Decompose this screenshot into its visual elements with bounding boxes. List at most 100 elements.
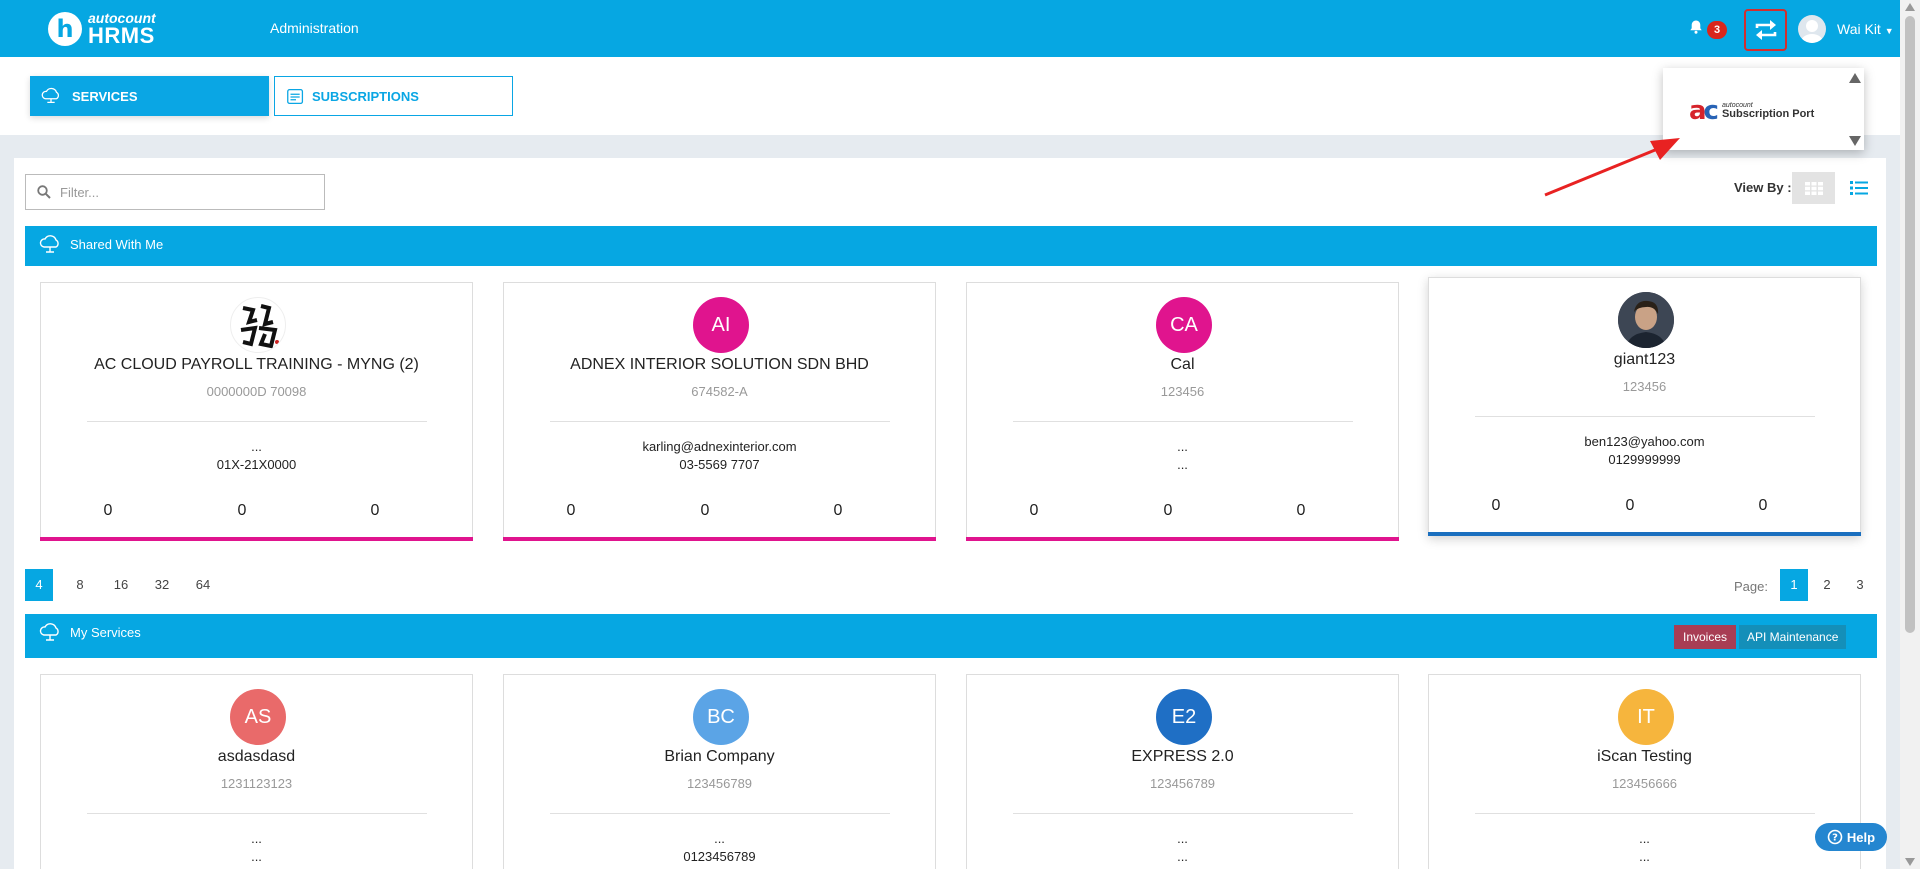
company-phone: ... xyxy=(1177,849,1188,864)
page-link[interactable]: 3 xyxy=(1846,569,1874,601)
dropdown-scroll-up-icon[interactable] xyxy=(1849,73,1861,83)
search-icon xyxy=(37,185,51,199)
company-avatar: BC xyxy=(693,689,749,745)
switch-app-button[interactable] xyxy=(1744,9,1787,51)
company-name: Brian Company xyxy=(664,748,775,765)
page-size-option[interactable]: 64 xyxy=(189,569,217,601)
tab-services-label: SERVICES xyxy=(72,88,138,104)
company-email: ... xyxy=(251,831,262,846)
tab-services[interactable]: SERVICES xyxy=(30,76,269,116)
service-card[interactable]: CA Cal 123456 ... ... 0 0 0 xyxy=(966,282,1399,541)
app-switcher-dropdown: ac autocount Subscription Port xyxy=(1663,68,1864,150)
company-phone: ... xyxy=(1639,849,1650,864)
card-accent-bar xyxy=(503,537,936,541)
service-card[interactable]: E2 EXPRESS 2.0 123456789 ... ... xyxy=(966,674,1399,869)
chevron-down-icon: ▼ xyxy=(1884,26,1894,36)
card-accent-bar xyxy=(40,537,473,541)
company-phone: 03-5569 7707 xyxy=(679,457,760,472)
notification-badge[interactable]: 3 xyxy=(1707,21,1727,39)
view-by-label: View By : xyxy=(1734,180,1792,195)
page-link[interactable]: 1 xyxy=(1780,569,1808,601)
company-code: 123456 xyxy=(1160,384,1205,399)
person-photo-icon xyxy=(1618,292,1674,348)
grid-view-button[interactable] xyxy=(1792,172,1835,204)
page-size-option[interactable]: 32 xyxy=(148,569,176,601)
list-view-button[interactable] xyxy=(1844,172,1874,204)
page-link[interactable]: 2 xyxy=(1813,569,1841,601)
company-email: ... xyxy=(1177,439,1188,454)
count-2: 0 xyxy=(1163,502,1173,519)
company-name: EXPRESS 2.0 xyxy=(1131,748,1234,765)
company-code: 1231123123 xyxy=(220,776,293,791)
divider xyxy=(550,813,890,814)
user-avatar[interactable] xyxy=(1798,15,1826,43)
service-card[interactable]: AS asdasdasd 1231123123 ... ... xyxy=(40,674,473,869)
page-scrollbar[interactable] xyxy=(1900,0,1920,869)
company-code: 0000000D 70098 xyxy=(206,384,307,399)
tab-subscriptions[interactable]: SUBSCRIPTIONS xyxy=(274,76,513,116)
card-accent-bar xyxy=(966,537,1399,541)
app-logo[interactable]: h autocount HRMS xyxy=(48,9,156,49)
api-maintenance-button[interactable]: API Maintenance xyxy=(1739,625,1847,649)
subscription-portal-item[interactable]: ac autocount Subscription Port xyxy=(1689,98,1814,124)
section-title: My Services xyxy=(70,625,141,640)
shared-with-me-header: Shared With Me xyxy=(25,226,1877,266)
divider xyxy=(87,813,427,814)
count-3: 0 xyxy=(370,502,380,519)
company-name: AC CLOUD PAYROLL TRAINING - MYNG (2) xyxy=(94,356,419,373)
invoices-button[interactable]: Invoices xyxy=(1674,625,1737,649)
user-menu[interactable]: Wai Kit ▼ xyxy=(1837,21,1894,37)
filter-input[interactable]: Filter... xyxy=(25,174,325,210)
service-card[interactable]: IT iScan Testing 123456666 ... ... xyxy=(1428,674,1861,869)
company-email: ... xyxy=(714,831,725,846)
filter-placeholder: Filter... xyxy=(60,184,100,200)
company-name: giant123 xyxy=(1613,351,1676,368)
dropdown-scroll-down-icon[interactable] xyxy=(1849,136,1861,146)
company-email: ... xyxy=(1639,831,1650,846)
company-avatar: IT xyxy=(1618,689,1674,745)
pagination: 1 2 3 xyxy=(1780,569,1879,601)
company-code: 123456 xyxy=(1622,379,1667,394)
divider xyxy=(1013,421,1353,422)
divider xyxy=(1475,416,1815,417)
page-size-option[interactable]: 8 xyxy=(66,569,94,601)
user-photo xyxy=(1618,292,1674,348)
cloud-icon xyxy=(41,87,59,104)
section-title: Shared With Me xyxy=(70,237,164,252)
user-name-label: Wai Kit xyxy=(1837,21,1881,37)
divider xyxy=(1475,813,1815,814)
grid-icon xyxy=(1804,181,1823,195)
company-avatar: AI xyxy=(693,297,749,353)
page-size-option[interactable]: 4 xyxy=(25,569,53,601)
page-size-option[interactable]: 16 xyxy=(107,569,135,601)
svg-text:?: ? xyxy=(1832,833,1838,844)
cloud-icon xyxy=(39,235,59,253)
tab-subscriptions-label: SUBSCRIPTIONS xyxy=(312,88,419,104)
service-card[interactable]: AI ADNEX INTERIOR SOLUTION SDN BHD 67458… xyxy=(503,282,936,541)
nav-administration[interactable]: Administration xyxy=(270,20,359,36)
help-button[interactable]: ? Help xyxy=(1815,823,1887,851)
service-card[interactable]: AC CLOUD PAYROLL TRAINING - MYNG (2) 000… xyxy=(40,282,473,541)
page-label: Page: xyxy=(1734,579,1768,594)
top-navbar: h autocount HRMS Administration 3 Wai Ki… xyxy=(0,0,1900,57)
company-logo xyxy=(230,297,286,353)
company-name: Cal xyxy=(1170,356,1195,373)
service-tabbar: SERVICES SUBSCRIPTIONS xyxy=(0,57,1900,135)
my-services-header: My Services Invoices API Maintenance xyxy=(25,614,1877,658)
service-card[interactable]: BC Brian Company 123456789 ... 012345678… xyxy=(503,674,936,869)
company-phone: 0123456789 xyxy=(683,849,756,864)
card-accent-bar xyxy=(1428,532,1861,536)
logo-product-text: HRMS xyxy=(88,23,155,48)
company-email: karling@adnexinterior.com xyxy=(642,439,797,454)
count-2: 0 xyxy=(237,502,247,519)
cloud-icon xyxy=(39,623,59,641)
company-phone: 01X-21X0000 xyxy=(216,457,297,472)
scroll-up-icon[interactable] xyxy=(1905,3,1915,11)
scroll-down-icon[interactable] xyxy=(1905,858,1915,866)
scroll-thumb[interactable] xyxy=(1905,16,1915,633)
company-code: 123456789 xyxy=(1149,776,1216,791)
bell-icon[interactable] xyxy=(1688,19,1704,35)
service-card[interactable]: giant123 123456 ben123@yahoo.com 0129999… xyxy=(1428,277,1861,536)
logo-mark: h xyxy=(48,12,82,46)
company-name: asdasdasd xyxy=(217,748,296,765)
